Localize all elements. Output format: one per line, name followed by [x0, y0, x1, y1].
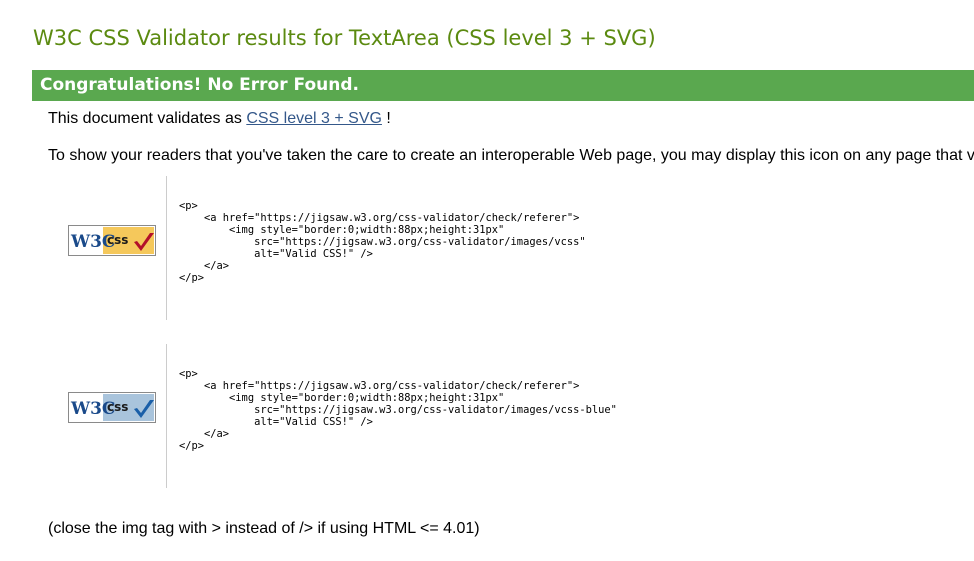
success-banner-text: Congratulations! No Error Found. — [40, 75, 359, 95]
badge-css-text: css — [107, 233, 128, 247]
valid-css-blue-badge-icon: W3C css — [68, 392, 156, 423]
css-profile-link[interactable]: CSS level 3 + SVG — [246, 110, 382, 127]
validates-suffix: ! — [381, 110, 391, 127]
valid-css-gold-badge-icon: W3C css — [68, 225, 156, 256]
badge-css-text: css — [107, 400, 128, 414]
badge-code-blue[interactable]: <p> <a href="https://jigsaw.w3.org/css-v… — [166, 344, 617, 488]
validates-prefix: This document validates as — [48, 110, 247, 127]
validator-results-page: W3C CSS Validator results for TextArea (… — [0, 0, 974, 561]
page-title: W3C CSS Validator results for TextArea (… — [33, 26, 656, 50]
html-version-footnote: (close the img tag with > instead of /> … — [48, 520, 480, 537]
badge-code-gold[interactable]: <p> <a href="https://jigsaw.w3.org/css-v… — [166, 176, 586, 320]
success-banner: Congratulations! No Error Found. — [32, 70, 974, 101]
validates-statement: This document validates as CSS level 3 +… — [48, 109, 391, 129]
badge-instructions: To show your readers that you've taken t… — [48, 147, 974, 164]
